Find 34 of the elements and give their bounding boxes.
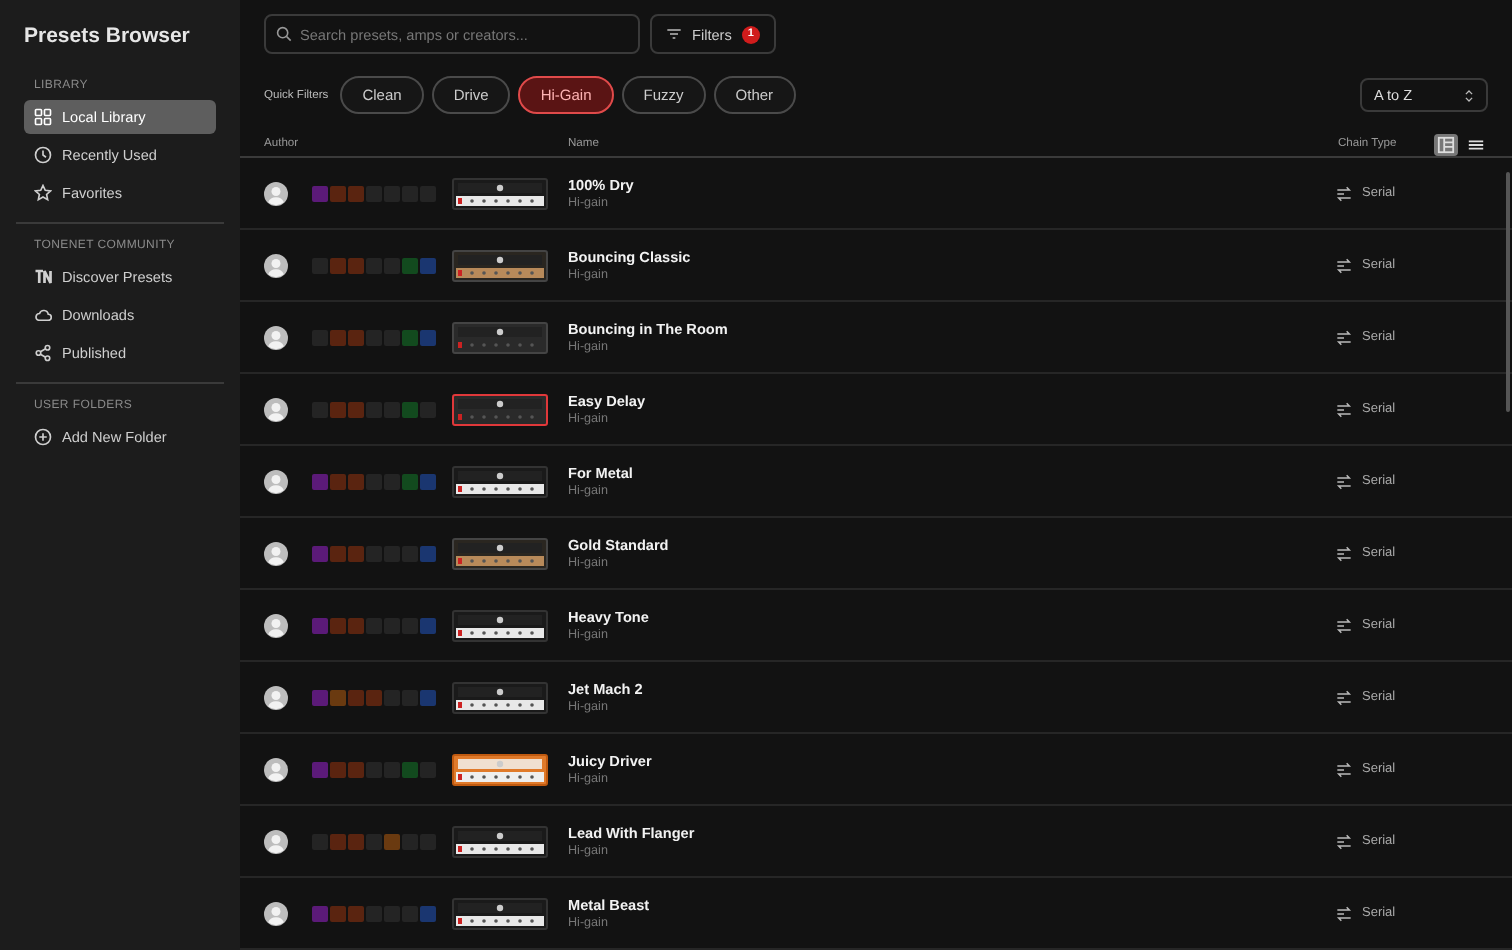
grid-icon — [34, 108, 52, 126]
add-icon — [34, 428, 52, 446]
cloud-icon — [34, 306, 52, 324]
chain-icon — [1336, 257, 1352, 273]
avatar-icon — [264, 757, 288, 781]
clock-icon — [34, 146, 52, 164]
search-icon — [276, 26, 292, 42]
chain-icon — [1336, 833, 1352, 849]
chain-icon — [1336, 545, 1352, 561]
logo-icon — [34, 268, 52, 286]
avatar-icon — [264, 397, 288, 421]
app-title: Presets Browser — [22, 22, 192, 52]
chain-icon — [1336, 905, 1352, 921]
chain-icon — [1336, 617, 1352, 633]
chain-icon — [1336, 329, 1352, 345]
avatar-icon — [264, 181, 288, 205]
avatar-icon — [264, 541, 288, 565]
chain-icon — [1336, 473, 1352, 489]
chain-icon — [1336, 761, 1352, 777]
chain-icon — [1336, 689, 1352, 705]
avatar-icon — [264, 325, 288, 349]
star-icon — [34, 184, 52, 202]
avatar-icon — [264, 469, 288, 493]
avatar-icon — [264, 613, 288, 637]
avatar-icon — [264, 829, 288, 853]
updown-icon — [1464, 87, 1474, 103]
avatar-icon — [264, 253, 288, 277]
avatar-icon — [264, 901, 288, 925]
chain-icon — [1336, 401, 1352, 417]
filter-icon — [666, 26, 682, 42]
avatar-icon — [264, 685, 288, 709]
detail-view-button[interactable] — [1434, 133, 1458, 155]
chain-icon — [1336, 185, 1352, 201]
share-icon — [34, 344, 52, 362]
